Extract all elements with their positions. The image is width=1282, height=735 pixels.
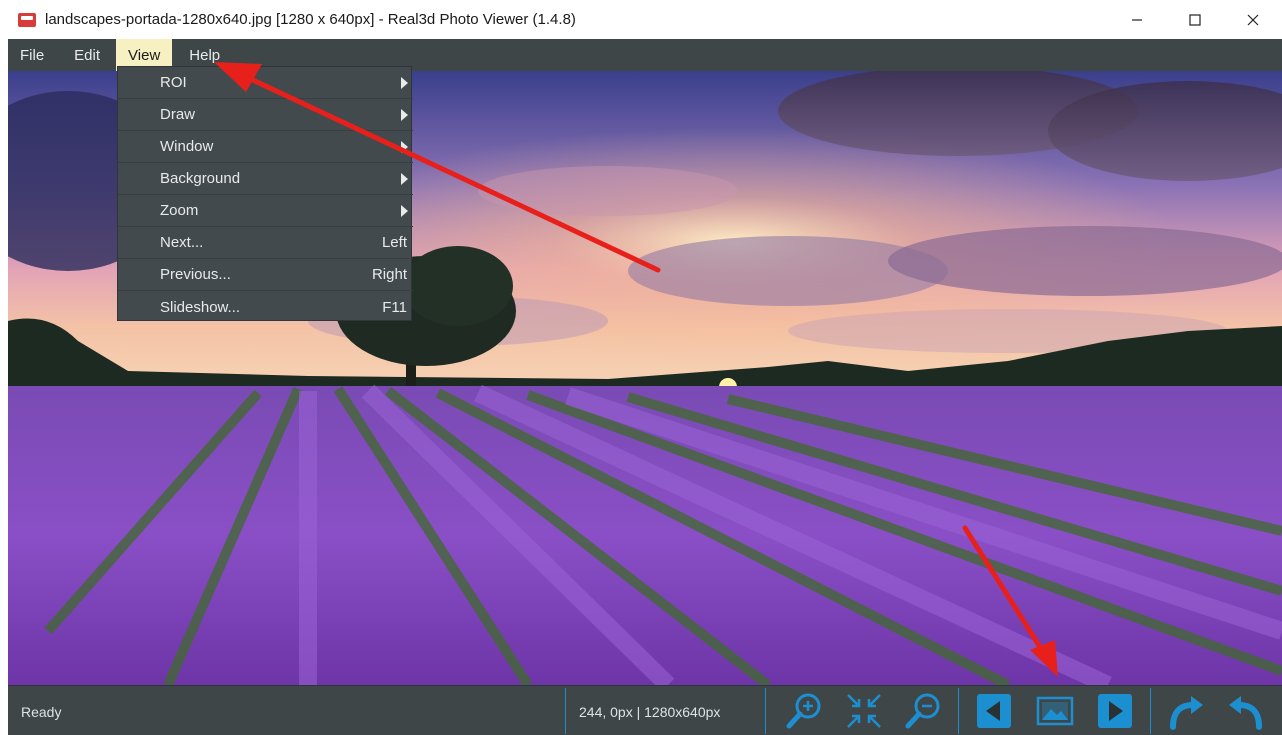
image-button[interactable] xyxy=(1033,690,1077,732)
menu-item-next[interactable]: Next... Left xyxy=(118,227,413,259)
image-icon xyxy=(1036,696,1074,726)
menu-item-draw[interactable]: Draw xyxy=(118,99,413,131)
separator xyxy=(565,688,566,734)
menu-item-window[interactable]: Window xyxy=(118,131,413,163)
separator xyxy=(765,688,766,734)
fit-to-window-icon xyxy=(847,694,881,728)
menu-item-label: Window xyxy=(160,138,214,155)
app-logo-icon xyxy=(18,12,36,27)
zoom-in-icon xyxy=(786,693,821,729)
submenu-arrow-icon xyxy=(401,76,408,89)
zoom-in-button[interactable] xyxy=(782,690,826,732)
close-icon xyxy=(1247,14,1259,25)
menu-item-slideshow[interactable]: Slideshow... F11 xyxy=(118,291,413,323)
submenu-arrow-icon xyxy=(401,108,408,121)
title-bar: landscapes-portada-1280x640.jpg [1280 x … xyxy=(0,0,1282,39)
menu-item-shortcut: F11 xyxy=(382,298,407,316)
maximize-button[interactable] xyxy=(1166,0,1224,39)
window-controls xyxy=(1108,0,1282,39)
menu-item-background[interactable]: Background xyxy=(118,163,413,195)
zoom-out-icon xyxy=(905,693,940,729)
menu-item-label: Slideshow... xyxy=(160,298,241,316)
status-text: Ready xyxy=(21,704,62,720)
menu-item-previous[interactable]: Previous... Right xyxy=(118,259,413,291)
redo-button[interactable] xyxy=(1163,690,1207,732)
previous-image-icon xyxy=(977,694,1011,728)
maximize-icon xyxy=(1189,13,1201,26)
zoom-out-button[interactable] xyxy=(901,690,945,732)
menu-edit[interactable]: Edit xyxy=(62,39,112,71)
view-menu-dropdown: ROI Draw Window Background Zoom Next... … xyxy=(117,66,413,323)
submenu-arrow-icon xyxy=(401,172,408,185)
menu-item-label: ROI xyxy=(160,74,187,91)
separator xyxy=(958,688,959,734)
redo-icon xyxy=(1170,696,1203,730)
minimize-button[interactable] xyxy=(1108,0,1166,39)
separator xyxy=(1150,688,1151,734)
fit-to-window-button[interactable] xyxy=(842,690,886,732)
menu-item-label: Background xyxy=(160,170,241,187)
menu-item-label: Previous... xyxy=(160,266,231,283)
menu-item-shortcut: Left xyxy=(381,234,407,251)
menu-item-label: Zoom xyxy=(160,202,199,219)
status-bar: Ready 244, 0px | 1280x640px xyxy=(8,685,1282,735)
undo-icon xyxy=(1229,696,1262,730)
menu-item-label: Next... xyxy=(160,234,204,251)
next-image-button[interactable] xyxy=(1093,690,1137,732)
menu-item-shortcut: Right xyxy=(371,266,407,283)
menu-item-label: Draw xyxy=(160,106,196,123)
menu-item-roi[interactable]: ROI xyxy=(118,67,413,99)
previous-image-button[interactable] xyxy=(972,690,1016,732)
submenu-arrow-icon xyxy=(401,140,408,153)
menu-item-zoom[interactable]: Zoom xyxy=(118,195,413,227)
window-title: landscapes-portada-1280x640.jpg [1280 x … xyxy=(45,11,576,28)
minimize-icon xyxy=(1132,18,1142,21)
next-image-icon xyxy=(1098,694,1132,728)
undo-button[interactable] xyxy=(1225,690,1269,732)
menu-file[interactable]: File xyxy=(8,39,56,71)
close-button[interactable] xyxy=(1224,0,1282,39)
submenu-arrow-icon xyxy=(401,204,408,217)
cursor-coords: 244, 0px | 1280x640px xyxy=(579,704,721,720)
